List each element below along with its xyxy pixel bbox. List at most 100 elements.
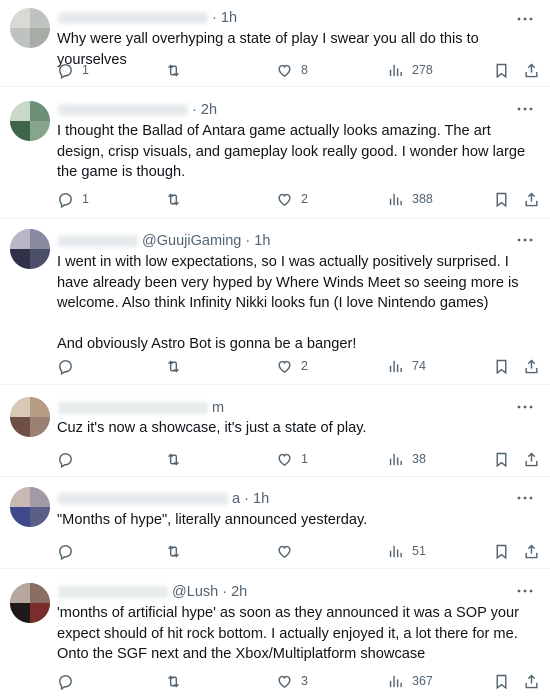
tweet[interactable]: m Cuz it's now a showcase, it's just a s… [0, 385, 550, 477]
timestamp[interactable]: 1h [221, 10, 237, 26]
more-options-icon[interactable] [516, 398, 534, 416]
view-count: 367 [412, 674, 433, 688]
more-options-icon[interactable] [516, 231, 534, 249]
reply-button[interactable] [57, 449, 82, 469]
share-button[interactable] [523, 449, 540, 469]
avatar[interactable] [10, 583, 50, 623]
retweet-icon [168, 545, 179, 557]
bookmark-button[interactable] [493, 60, 510, 80]
timestamp[interactable]: 1h [254, 233, 270, 249]
share-button[interactable] [523, 671, 540, 691]
more-options-icon[interactable] [516, 100, 534, 118]
bookmark-button[interactable] [493, 356, 510, 376]
share-icon [525, 191, 538, 206]
heart-icon [278, 675, 291, 688]
view-count: 74 [412, 359, 426, 373]
tweet-actions: 3 367 [57, 671, 542, 691]
reply-button[interactable] [57, 356, 82, 376]
reply-button[interactable]: 1 [57, 189, 89, 209]
reply-icon [59, 452, 72, 468]
retweet-icon [168, 193, 179, 205]
author-name[interactable] [58, 104, 188, 117]
retweet-icon [168, 453, 179, 465]
timestamp[interactable]: 1h [253, 491, 269, 507]
tweet[interactable]: · 2h I thought the Ballad of Antara game… [0, 87, 550, 219]
author-name[interactable] [58, 493, 228, 506]
bookmark-button[interactable] [493, 189, 510, 209]
reply-button[interactable]: 1 [57, 60, 89, 80]
more-options-icon[interactable] [516, 582, 534, 600]
more-options-icon[interactable] [516, 10, 534, 28]
separator: · [192, 102, 201, 118]
author-name[interactable] [58, 12, 208, 25]
bookmark-button[interactable] [493, 449, 510, 469]
author-handle[interactable]: m [212, 400, 224, 416]
analytics-icon [389, 453, 402, 465]
tweet-header: @Lush · 2h [58, 582, 247, 602]
separator: · [245, 233, 255, 249]
bookmark-icon [496, 192, 507, 207]
tweet-actions: 1 38 [57, 449, 542, 469]
reply-button[interactable] [57, 671, 82, 691]
share-button[interactable] [523, 356, 540, 376]
retweet-button[interactable] [165, 671, 190, 691]
views-button[interactable]: 278 [387, 60, 433, 80]
views-button[interactable]: 51 [387, 541, 426, 561]
author-handle[interactable]: @GuujiGaming [142, 233, 241, 249]
analytics-icon [389, 64, 402, 76]
avatar[interactable] [10, 487, 50, 527]
like-count: 1 [301, 452, 308, 466]
reply-icon [59, 359, 72, 375]
like-button[interactable]: 1 [276, 449, 308, 469]
author-handle[interactable]: @Lush [172, 584, 218, 600]
reply-count: 1 [82, 192, 89, 206]
tweet[interactable]: a · 1h "Months of hype", literally annou… [0, 477, 550, 569]
avatar[interactable] [10, 229, 50, 269]
tweet-header: a · 1h [58, 489, 269, 509]
bookmark-button[interactable] [493, 671, 510, 691]
like-count: 8 [301, 63, 308, 77]
views-button[interactable]: 74 [387, 356, 426, 376]
tweet-text: I went in with low expectations, so I wa… [57, 254, 519, 352]
views-button[interactable]: 367 [387, 671, 433, 691]
author-handle[interactable]: a [232, 491, 240, 507]
view-count: 278 [412, 63, 433, 77]
like-button[interactable] [276, 541, 301, 561]
like-count: 3 [301, 674, 308, 688]
heart-icon [278, 193, 291, 206]
reply-button[interactable] [57, 541, 82, 561]
reply-count: 1 [82, 63, 89, 77]
tweet[interactable]: @GuujiGaming · 1h I went in with low exp… [0, 219, 550, 385]
like-button[interactable]: 3 [276, 671, 308, 691]
views-button[interactable]: 38 [387, 449, 426, 469]
retweet-icon [168, 675, 179, 687]
views-button[interactable]: 388 [387, 189, 433, 209]
retweet-button[interactable] [165, 541, 190, 561]
tweet[interactable]: · 1h Why were yall overhyping a state of… [0, 0, 550, 87]
like-button[interactable]: 2 [276, 356, 308, 376]
retweet-button[interactable] [165, 356, 190, 376]
retweet-icon [168, 360, 179, 372]
tweet-text: "Months of hype", literally announced ye… [57, 512, 368, 528]
avatar[interactable] [10, 101, 50, 141]
author-name[interactable] [58, 586, 168, 599]
avatar[interactable] [10, 397, 50, 437]
retweet-button[interactable] [165, 449, 190, 469]
share-button[interactable] [523, 541, 540, 561]
timestamp[interactable]: 2h [201, 102, 217, 118]
tweet-actions: 1 8 278 [57, 60, 542, 80]
retweet-button[interactable] [165, 189, 190, 209]
bookmark-button[interactable] [493, 541, 510, 561]
more-options-icon[interactable] [516, 489, 534, 507]
timestamp[interactable]: 2h [231, 584, 247, 600]
retweet-button[interactable] [165, 60, 190, 80]
tweet[interactable]: @Lush · 2h 'months of artificial hype' a… [0, 569, 550, 699]
like-button[interactable]: 8 [276, 60, 308, 80]
avatar[interactable] [10, 8, 50, 48]
author-name[interactable] [58, 235, 138, 248]
share-button[interactable] [523, 189, 540, 209]
reply-icon [59, 192, 72, 208]
author-name[interactable] [58, 402, 208, 415]
share-button[interactable] [523, 60, 540, 80]
like-button[interactable]: 2 [276, 189, 308, 209]
